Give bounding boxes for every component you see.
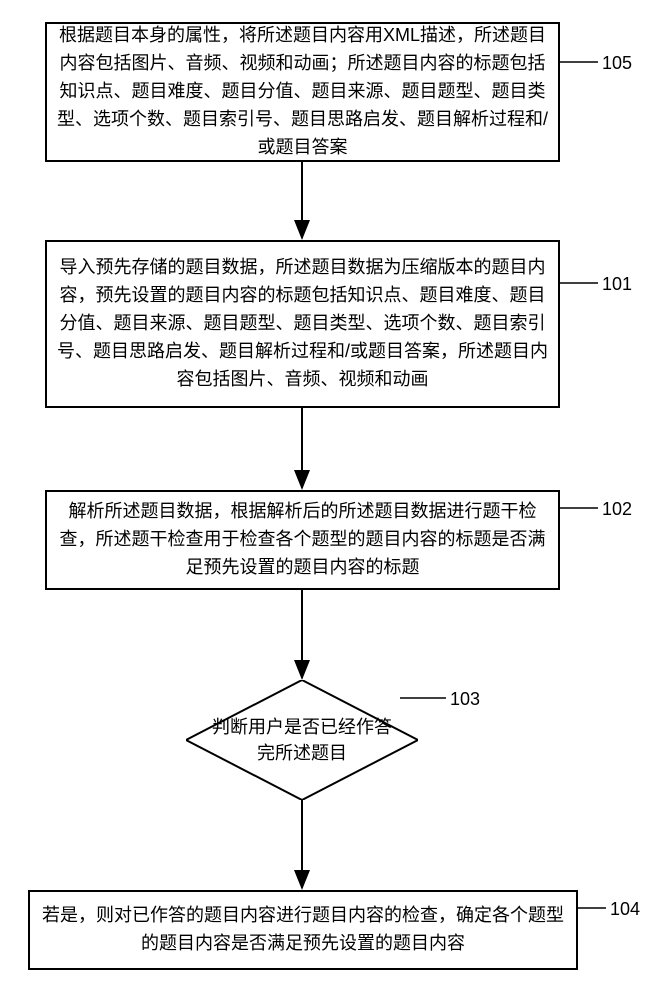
flow-step-101: 导入预先存储的题目数据，所述题目数据为压缩版本的题目内容，预先设置的题目内容的标… [45,240,560,408]
flow-step-102: 解析所述题目数据，根据解析后的所述题目数据进行题干检查，所述题干检查用于检查各个… [45,490,560,590]
flow-step-105-label: 105 [602,54,632,72]
flow-step-105: 根据题目本身的属性，将所述题目内容用XML描述，所述题目内容包括图片、音频、视频… [45,22,560,162]
flow-step-104-text: 若是，则对已作答的题目内容进行题目内容的检查，确定各个题型的题目内容是否满足预先… [40,902,566,958]
flow-decision-103-label: 103 [450,690,480,708]
flowchart-canvas: 根据题目本身的属性，将所述题目内容用XML描述，所述题目内容包括图片、音频、视频… [0,0,651,1000]
flow-step-102-label: 102 [602,500,632,518]
diamond-shape-svg [186,680,418,800]
flow-step-105-text: 根据题目本身的属性，将所述题目内容用XML描述，所述题目内容包括图片、音频、视频… [57,22,548,161]
flow-step-101-label: 101 [602,275,632,293]
flow-step-104: 若是，则对已作答的题目内容进行题目内容的检查，确定各个题型的题目内容是否满足预先… [28,890,578,970]
flow-step-104-label: 104 [610,900,640,918]
flow-step-101-text: 导入预先存储的题目数据，所述题目数据为压缩版本的题目内容，预先设置的题目内容的标… [57,254,548,393]
flow-step-102-text: 解析所述题目数据，根据解析后的所述题目数据进行题干检查，所述题干检查用于检查各个… [57,498,548,582]
flow-decision-103: 判断用户是否已经作答完所述题目 [186,680,418,800]
